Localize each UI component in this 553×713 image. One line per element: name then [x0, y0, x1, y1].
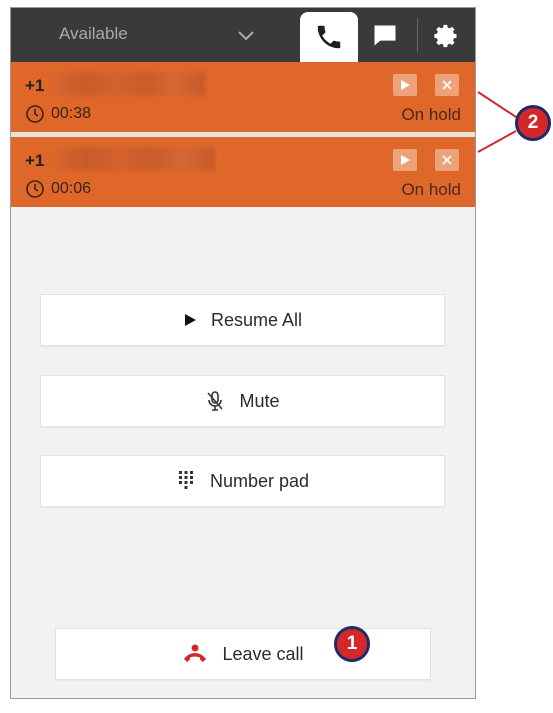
callout-badge-2: 2	[515, 105, 551, 141]
callout-leader-lines	[477, 91, 517, 153]
callout-badge-1: 1	[334, 626, 370, 662]
